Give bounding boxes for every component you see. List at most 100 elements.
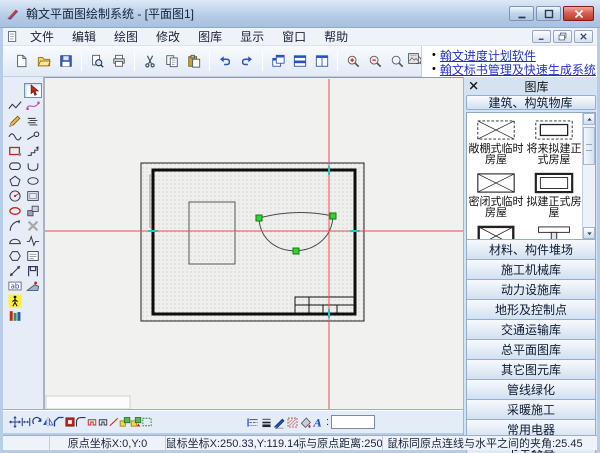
library-item[interactable] [467, 219, 525, 240]
menu-图库[interactable]: 图库 [189, 27, 231, 46]
wave-tool[interactable] [6, 128, 24, 143]
pencil-tool[interactable] [6, 113, 24, 128]
stretch-button[interactable] [20, 415, 31, 429]
library-group-button[interactable]: 建筑、构筑物库 [466, 95, 596, 110]
library-item-敞棚式临时房屋[interactable]: 敞棚式临时房屋 [467, 113, 525, 166]
category-材料、构件堆场[interactable]: 材料、构件堆场 [466, 239, 596, 260]
mdi-close-button[interactable] [574, 30, 593, 43]
external-link[interactable]: 翰文标书管理及快速生成系统 [440, 61, 596, 78]
column-list-tool[interactable] [6, 308, 24, 323]
category-总平面图库[interactable]: 总平面图库 [466, 339, 596, 360]
blocks-tool[interactable] [24, 203, 42, 218]
tile-vertical-button[interactable] [311, 50, 333, 72]
library-scrollbar[interactable] [582, 113, 595, 239]
win-maximize-button[interactable] [536, 6, 561, 21]
title-bar[interactable]: 翰文平面图绘制系统 - [平面图1] [0, 0, 600, 28]
menu-绘图[interactable]: 绘图 [105, 27, 147, 46]
category-动力设施库[interactable]: 动力设施库 [466, 279, 596, 300]
move-button[interactable] [9, 415, 20, 429]
frame-rect-tool[interactable] [24, 188, 42, 203]
chamfer-button[interactable] [53, 415, 64, 429]
dome-tool[interactable] [6, 233, 24, 248]
library-thumbnail-icon[interactable] [407, 52, 420, 65]
menu-文件[interactable]: 文件 [21, 27, 63, 46]
new-button[interactable] [11, 50, 33, 72]
category-管线绿化[interactable]: 管线绿化 [466, 379, 596, 400]
tile-horizontal-button[interactable] [289, 50, 311, 72]
scroll-down-icon[interactable] [583, 227, 595, 239]
mdi-restore-button[interactable] [553, 30, 572, 43]
library-item-拟建正式房屋[interactable]: 拟建正式房屋 [525, 166, 583, 219]
cascade-windows-button[interactable] [267, 50, 289, 72]
dimension-tool[interactable] [6, 263, 24, 278]
walker-tool[interactable] [6, 293, 24, 308]
select-arrow-tool[interactable] [24, 83, 42, 98]
mdi-minimize-button[interactable] [532, 30, 551, 43]
break-button[interactable] [86, 415, 97, 429]
save-button[interactable] [55, 50, 77, 72]
scroll-up-icon[interactable] [583, 113, 595, 125]
text-ab-tool[interactable]: ab [6, 278, 24, 293]
scrollbar-thumb[interactable] [583, 127, 595, 165]
red-ellipse-tool[interactable] [6, 203, 24, 218]
library-item-密闭式临时房屋[interactable]: 密闭式临时房屋 [467, 166, 525, 219]
line-button[interactable] [108, 415, 119, 429]
rectangle-tool[interactable] [6, 143, 24, 158]
library-close-icon[interactable] [468, 80, 480, 92]
hexagon-tool[interactable] [6, 248, 24, 263]
pentagon-tool[interactable] [6, 173, 24, 188]
fillet-button[interactable] [75, 415, 86, 429]
text-frame-tool[interactable] [24, 248, 42, 263]
redo-button[interactable] [236, 50, 258, 72]
undo-button[interactable] [214, 50, 236, 72]
offset-button[interactable] [97, 415, 108, 429]
ellipse-tool[interactable] [24, 173, 42, 188]
library-item[interactable] [525, 219, 583, 240]
print-button[interactable] [108, 50, 130, 72]
steps-tool[interactable] [24, 143, 42, 158]
make-block-button[interactable] [119, 415, 130, 429]
category-其它图元库[interactable]: 其它图元库 [466, 359, 596, 380]
font-button[interactable]: A [313, 415, 324, 429]
print-preview-button[interactable] [86, 50, 108, 72]
array-button[interactable] [64, 415, 75, 429]
select-region-button[interactable] [141, 415, 152, 429]
line-width-button[interactable] [261, 415, 272, 429]
insert-block-button[interactable] [130, 415, 141, 429]
rounded-rectangle-tool[interactable] [6, 158, 24, 173]
spline-tool[interactable] [24, 98, 42, 113]
font-size-input[interactable] [331, 415, 375, 429]
menu-显示[interactable]: 显示 [231, 27, 273, 46]
menu-编辑[interactable]: 编辑 [63, 27, 105, 46]
drawing-canvas[interactable] [44, 77, 463, 410]
delete-x-tool[interactable] [24, 218, 42, 233]
polyline-tool[interactable] [6, 98, 24, 113]
win-close-button[interactable] [563, 6, 594, 21]
arc-tool[interactable] [6, 218, 24, 233]
library-item-将来拟建正式房屋[interactable]: 将来拟建正式房屋 [525, 113, 583, 166]
category-交通运输库[interactable]: 交通运输库 [466, 319, 596, 340]
category-采暖施工[interactable]: 采暖施工 [466, 399, 596, 420]
zoom-in-button[interactable] [342, 50, 364, 72]
menu-修改[interactable]: 修改 [147, 27, 189, 46]
open-button[interactable] [33, 50, 55, 72]
rotate-button[interactable] [31, 415, 42, 429]
copy-button[interactable] [161, 50, 183, 72]
zoom-window-button[interactable] [386, 50, 408, 72]
fill-button[interactable] [300, 415, 311, 429]
hatch-lines-tool[interactable] [24, 113, 42, 128]
line-style-button[interactable] [248, 415, 259, 429]
menu-帮助[interactable]: 帮助 [315, 27, 357, 46]
node-line-tool[interactable] [24, 128, 42, 143]
u-arc-tool[interactable] [24, 158, 42, 173]
zoom-out-button[interactable] [364, 50, 386, 72]
win-minimize-button[interactable] [509, 6, 534, 21]
pulse-tool[interactable] [24, 233, 42, 248]
door-tool[interactable] [24, 263, 42, 278]
circle-radius-tool[interactable] [6, 188, 24, 203]
mirror-button[interactable] [42, 415, 53, 429]
ramp-tool[interactable] [24, 278, 42, 293]
hatch-button[interactable] [287, 415, 298, 429]
category-施工机械库[interactable]: 施工机械库 [466, 259, 596, 280]
paste-button[interactable] [183, 50, 205, 72]
